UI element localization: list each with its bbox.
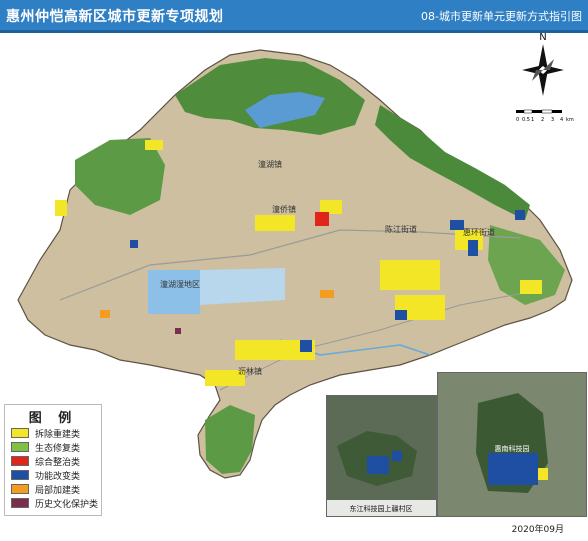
north-arrow-icon: N (522, 32, 564, 96)
legend-item: 拆除重建类 (11, 426, 101, 440)
inset-label: 惠南科技园 (495, 444, 530, 453)
rebuild-patch (255, 215, 295, 231)
function-change-patch (515, 210, 525, 220)
map-legend: 图 例 拆除重建类 生态修复类 综合整治类 功能改变类 局部加建类 历史文化保护… (4, 404, 102, 516)
legend-item: 功能改变类 (11, 468, 101, 482)
legend-label: 历史文化保护类 (35, 499, 99, 510)
renovation-patch (315, 212, 329, 226)
map-page: 惠州仲恺高新区城市更新专项规划 08-城市更新单元更新方式指引图 潼湖镇 潼侨镇… (0, 0, 588, 541)
rebuild-patch (145, 140, 163, 150)
function-change-patch (300, 340, 312, 352)
rebuild-patch (320, 200, 342, 214)
place-label: 惠环街道 (463, 227, 495, 237)
scale-label: 3 (551, 117, 554, 123)
page-title: 惠州仲恺高新区城市更新专项规划 (6, 9, 224, 25)
rebuild-patch (55, 200, 67, 216)
function-change-patch (130, 240, 138, 248)
legend-label: 局部加建类 (35, 485, 81, 496)
inset-label: 东江科技园上疆村区 (350, 504, 413, 513)
inset-map-1: 东江科技园上疆村区 (326, 395, 437, 517)
legend-swatch (11, 442, 29, 452)
rebuild-patch (520, 280, 542, 294)
heritage-patch (175, 328, 181, 334)
place-label: 潼侨镇 (272, 204, 296, 214)
wetland-lake (148, 270, 200, 314)
legend-swatch (11, 484, 29, 494)
legend-item: 历史文化保护类 (11, 496, 101, 510)
scale-label: 0.5 (522, 117, 530, 123)
rebuild-patch (380, 260, 440, 290)
scale-label: 1 (531, 117, 534, 123)
scale-bar: 0 0.5 1 2 3 4 km (514, 108, 576, 123)
legend-item: 局部加建类 (11, 482, 101, 496)
place-label: 潼湖镇 (258, 159, 282, 169)
legend-swatch (11, 470, 29, 480)
function-change-patch (395, 310, 407, 320)
header-bar: 惠州仲恺高新区城市更新专项规划 08-城市更新单元更新方式指引图 (0, 0, 588, 33)
place-label: 陈江街道 (385, 224, 417, 234)
place-label: 沥林镇 (238, 366, 262, 376)
scale-unit: km (566, 117, 574, 123)
legend-label: 拆除重建类 (35, 429, 81, 440)
legend-swatch (11, 498, 29, 508)
legend-label: 功能改变类 (35, 471, 81, 482)
function-change-patch (450, 220, 464, 230)
legend-swatch (11, 428, 29, 438)
scale-label: 4 (560, 117, 563, 123)
function-change-patch (468, 240, 478, 256)
partial-addition-patch (320, 290, 334, 298)
legend-title: 图 例 (28, 411, 78, 426)
compass-north-label: N (539, 32, 546, 43)
map-subtitle: 08-城市更新单元更新方式指引图 (421, 10, 582, 23)
place-label: 潼湖湿地区 (160, 279, 200, 289)
scale-label: 0 (516, 117, 519, 123)
partial-addition-patch (100, 310, 110, 318)
inset-map-2: 惠南科技园 (437, 372, 587, 517)
legend-item: 生态修复类 (11, 440, 101, 454)
legend-item: 综合整治类 (11, 454, 101, 468)
legend-label: 生态修复类 (35, 443, 81, 454)
wetland-grid (200, 268, 285, 305)
scale-label: 2 (541, 117, 544, 123)
legend-swatch (11, 456, 29, 466)
legend-label: 综合整治类 (35, 457, 81, 468)
map-date: 2020年09月 (511, 525, 564, 535)
